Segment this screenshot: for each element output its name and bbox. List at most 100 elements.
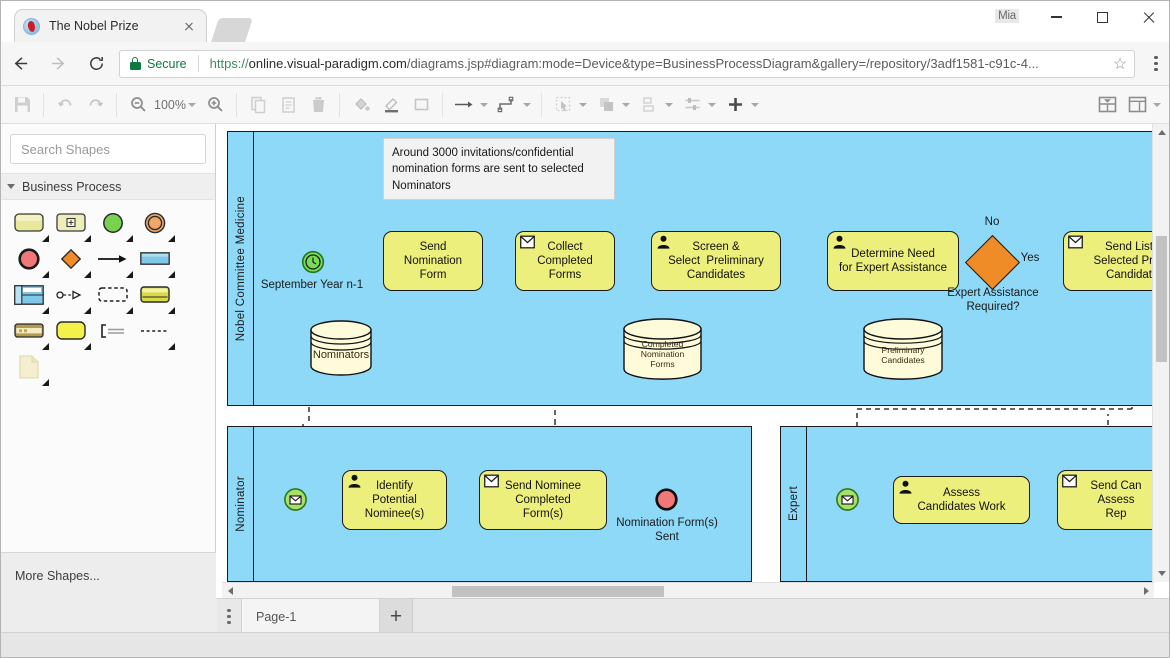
chevron-down-icon[interactable] — [480, 102, 488, 107]
pool-shape[interactable] — [138, 245, 175, 278]
lane-shape[interactable] — [12, 281, 49, 314]
scroll-right-button[interactable] — [1138, 583, 1154, 599]
expand-corner[interactable] — [168, 235, 175, 242]
more-shapes-button[interactable]: More Shapes... — [1, 552, 216, 598]
expand-corner[interactable] — [42, 307, 49, 314]
expand-corner[interactable] — [42, 343, 49, 350]
end-event-shape[interactable] — [12, 245, 49, 278]
canvas-horizontal-scrollbar[interactable] — [222, 582, 1154, 598]
scroll-left-button[interactable] — [222, 583, 238, 599]
start-event-shape[interactable] — [96, 209, 133, 242]
chevron-down-icon[interactable] — [1153, 102, 1161, 107]
align-icon[interactable] — [677, 90, 707, 120]
select-icon[interactable] — [548, 90, 578, 120]
layout-panel-icon[interactable] — [1092, 90, 1122, 120]
note-shape[interactable] — [12, 353, 49, 386]
new-tab-button[interactable] — [211, 18, 253, 42]
task-screen-select-candidates[interactable]: Screen & Select Preliminary Candidates — [651, 231, 781, 291]
message-end-event-nominator[interactable] — [654, 487, 679, 517]
timer-start-event[interactable] — [301, 250, 325, 279]
task-send-list-candidates[interactable]: Send ListSelected PreliCandidat — [1063, 231, 1155, 291]
expand-corner[interactable] — [126, 271, 133, 278]
expand-corner[interactable] — [126, 307, 133, 314]
minimize-button[interactable] — [1033, 1, 1079, 33]
expand-corner[interactable] — [42, 379, 49, 386]
connector-route-icon[interactable] — [492, 90, 522, 120]
maximize-button[interactable] — [1079, 1, 1125, 33]
data-object-shape[interactable] — [54, 281, 91, 314]
trash-icon[interactable] — [303, 90, 333, 120]
expand-corner[interactable] — [168, 307, 175, 314]
zoom-in-icon[interactable] — [200, 90, 230, 120]
close-window-button[interactable] — [1125, 1, 1169, 33]
subprocess-shape[interactable] — [54, 209, 91, 242]
page-menu-icon[interactable] — [217, 599, 242, 634]
search-shapes-box[interactable] — [10, 134, 206, 164]
expand-corner[interactable] — [168, 343, 175, 350]
view-panel-icon[interactable] — [1122, 90, 1152, 120]
save-icon[interactable] — [7, 90, 37, 120]
chevron-down-icon[interactable] — [751, 102, 759, 107]
data-store-shape[interactable] — [138, 281, 175, 314]
horizontal-scroll-thumb[interactable] — [452, 586, 664, 597]
expand-corner[interactable] — [42, 235, 49, 242]
annotation-note[interactable]: Around 3000 invitations/confidential nom… — [383, 138, 615, 200]
task-send-nomination-form[interactable]: Send Nomination Form — [383, 231, 483, 291]
shapes-section-header[interactable]: Business Process — [1, 173, 215, 200]
message-start-event-nominator[interactable] — [283, 487, 308, 517]
distribute-icon[interactable] — [634, 90, 664, 120]
data-store-completed-forms[interactable]: Completed Nomination Forms — [622, 318, 703, 380]
message-start-event-expert[interactable] — [835, 487, 860, 517]
line-color-icon[interactable] — [376, 90, 406, 120]
add-button[interactable] — [720, 90, 750, 120]
connector-icon[interactable] — [449, 90, 479, 120]
task-identify-potential-nominees[interactable]: Identify Potential Nominee(s) — [342, 470, 447, 530]
back-button[interactable] — [1, 42, 39, 86]
chevron-down-icon[interactable] — [523, 102, 531, 107]
profile-name[interactable]: Mia — [995, 9, 1019, 23]
scroll-up-button[interactable] — [1153, 124, 1169, 141]
browser-tab[interactable]: The Nobel Prize — [14, 9, 207, 42]
annotation-shape[interactable] — [96, 317, 129, 344]
chevron-down-icon[interactable] — [708, 102, 716, 107]
chevron-down-icon[interactable] — [188, 102, 196, 107]
association-shape[interactable] — [138, 317, 175, 350]
expand-corner[interactable] — [84, 235, 91, 242]
data-store-preliminary-candidates[interactable]: Preliminary Candidates — [862, 318, 944, 380]
address-bar[interactable]: Secure https://online.visual-paradigm.co… — [119, 49, 1135, 78]
chevron-down-icon[interactable] — [579, 102, 587, 107]
search-input[interactable] — [19, 140, 199, 158]
expand-corner[interactable] — [126, 235, 133, 242]
arrange-icon[interactable] — [591, 90, 621, 120]
add-page-button[interactable]: + — [380, 599, 413, 634]
fill-color-icon[interactable] — [346, 90, 376, 120]
chevron-down-icon[interactable] — [622, 102, 630, 107]
expand-corner[interactable] — [84, 343, 91, 350]
browser-menu-button[interactable] — [1141, 42, 1169, 86]
task-send-nominee-completed-forms[interactable]: Send Nominee Completed Form(s) — [479, 470, 607, 530]
vertical-scroll-thumb[interactable] — [1156, 236, 1167, 362]
expand-corner[interactable] — [168, 271, 175, 278]
task-send-candidate-assessment-report[interactable]: Send Can Assess Rep — [1057, 470, 1155, 530]
gateway-shape[interactable] — [54, 245, 91, 278]
task-determine-need-expert[interactable]: Determine Need for Expert Assistance — [827, 231, 959, 291]
rounded-task-shape[interactable] — [54, 317, 91, 350]
copy-icon[interactable] — [243, 90, 273, 120]
reload-button[interactable] — [77, 42, 115, 86]
forward-button[interactable] — [39, 42, 77, 86]
task-shape[interactable] — [12, 209, 49, 242]
expand-corner[interactable] — [42, 271, 49, 278]
horizontal-pool-shape[interactable] — [12, 317, 49, 350]
scroll-down-button[interactable] — [1153, 565, 1169, 582]
task-assess-candidates-work[interactable]: Assess Candidates Work — [893, 476, 1030, 524]
sequence-flow-shape[interactable] — [96, 245, 133, 278]
zoom-out-icon[interactable] — [123, 90, 153, 120]
task-collect-completed-forms[interactable]: Collect Completed Forms — [515, 231, 615, 291]
zoom-level[interactable]: 100% — [153, 98, 187, 112]
redo-icon[interactable] — [80, 90, 110, 120]
chevron-down-icon[interactable] — [665, 102, 673, 107]
diagram-canvas[interactable]: Nobel Committee Medicine Around 3000 inv… — [217, 124, 1169, 599]
bookmark-star-icon[interactable]: ☆ — [1106, 54, 1134, 74]
page-tab-page-1[interactable]: Page-1 — [242, 599, 380, 634]
intermediate-event-shape[interactable] — [138, 209, 175, 242]
